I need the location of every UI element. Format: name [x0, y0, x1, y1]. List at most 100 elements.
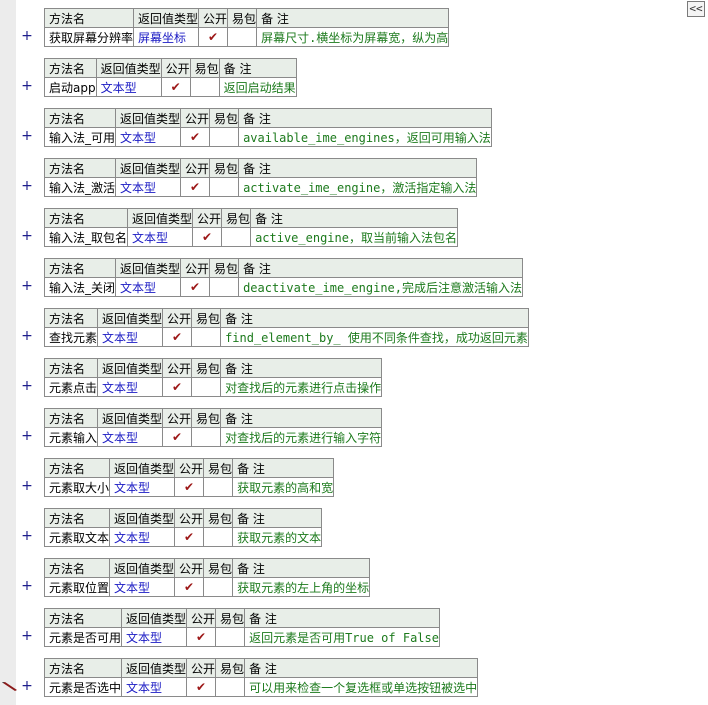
header-public: 公开 — [174, 558, 205, 578]
method-name-cell[interactable]: 输入法_激活 — [43, 177, 117, 197]
note-cell[interactable]: 返回启动结果 — [218, 77, 297, 97]
method-name-cell[interactable]: 输入法_可用 — [43, 127, 117, 147]
easy-pack-cell[interactable] — [203, 577, 234, 597]
return-type-cell[interactable]: 文本型 — [115, 177, 182, 197]
return-type-cell[interactable]: 文本型 — [97, 327, 164, 347]
expand-icon[interactable]: + — [21, 429, 33, 443]
public-check-icon[interactable]: ✔ — [162, 427, 193, 447]
easy-pack-cell[interactable] — [209, 127, 240, 147]
method-name-cell[interactable]: 元素输入 — [43, 427, 99, 447]
easy-pack-cell[interactable] — [191, 427, 222, 447]
method-name-cell[interactable]: 元素是否可用 — [43, 627, 123, 647]
method-table: 方法名 返回值类型 公开 易包 备 注 元素是否可用 文本型 ✔ 返回元素是否可… — [43, 608, 440, 647]
note-cell[interactable]: 返回元素是否可用True of False — [244, 627, 440, 647]
return-type-cell[interactable]: 文本型 — [97, 427, 164, 447]
return-type-cell[interactable]: 文本型 — [97, 377, 164, 397]
easy-pack-cell[interactable] — [215, 627, 246, 647]
header-public: 公开 — [174, 458, 205, 478]
edit-pencil-icon — [2, 682, 17, 691]
header-public: 公开 — [198, 8, 229, 28]
method-name-cell[interactable]: 元素取文本 — [43, 527, 111, 547]
easy-pack-cell[interactable] — [203, 477, 234, 497]
easy-pack-cell[interactable] — [215, 677, 246, 697]
public-check-icon[interactable]: ✔ — [174, 477, 205, 497]
expand-icon[interactable]: + — [21, 229, 33, 243]
header-note: 备 注 — [238, 158, 478, 178]
expand-icon[interactable]: + — [21, 179, 33, 193]
header-return-type: 返回值类型 — [133, 8, 200, 28]
public-check-icon[interactable]: ✔ — [160, 77, 191, 97]
return-type-cell[interactable]: 文本型 — [121, 677, 188, 697]
public-check-icon[interactable]: ✔ — [174, 577, 205, 597]
note-cell[interactable]: 屏幕尺寸.横坐标为屏幕宽，纵为高 — [256, 27, 450, 47]
easy-pack-cell[interactable] — [209, 277, 240, 297]
easy-pack-cell[interactable] — [203, 527, 234, 547]
note-cell[interactable]: 对查找后的元素进行点击操作 — [220, 377, 383, 397]
return-type-cell[interactable]: 文本型 — [109, 477, 176, 497]
return-type-cell[interactable]: 文本型 — [115, 127, 182, 147]
expand-icon[interactable]: + — [21, 129, 33, 143]
expand-icon[interactable]: + — [21, 629, 33, 643]
method-name-cell[interactable]: 输入法_关闭 — [43, 277, 117, 297]
public-check-icon[interactable]: ✔ — [162, 327, 193, 347]
expand-icon[interactable]: + — [21, 29, 33, 43]
method-name-cell[interactable]: 元素取大小 — [43, 477, 111, 497]
return-type-cell[interactable]: 文本型 — [109, 577, 176, 597]
expand-icon[interactable]: + — [21, 379, 33, 393]
note-cell[interactable]: activate_ime_engine，激活指定输入法 — [238, 177, 478, 197]
header-public: 公开 — [174, 508, 205, 528]
public-check-icon[interactable]: ✔ — [180, 277, 211, 297]
expand-icon[interactable]: + — [21, 279, 33, 293]
return-type-cell[interactable]: 屏幕坐标 — [133, 27, 200, 47]
expand-icon[interactable]: + — [21, 329, 33, 343]
expand-icon[interactable]: + — [21, 579, 33, 593]
note-cell[interactable]: 获取元素的高和宽 — [232, 477, 335, 497]
header-easy-pack: 易包 — [227, 8, 258, 28]
note-cell[interactable]: active_engine，取当前输入法包名 — [250, 227, 458, 247]
public-check-icon[interactable]: ✔ — [162, 377, 193, 397]
public-check-icon[interactable]: ✔ — [174, 527, 205, 547]
easy-pack-cell[interactable] — [227, 27, 258, 47]
easy-pack-cell[interactable] — [191, 327, 222, 347]
header-name: 方法名 — [43, 358, 99, 378]
method-name-cell[interactable]: 元素点击 — [43, 377, 99, 397]
method-name-cell[interactable]: 查找元素 — [43, 327, 99, 347]
note-cell[interactable]: find_element_by_ 使用不同条件查找，成功返回元素 — [220, 327, 529, 347]
expand-icon[interactable]: + — [21, 479, 33, 493]
method-name-cell[interactable]: 元素取位置 — [43, 577, 111, 597]
header-note: 备 注 — [250, 208, 458, 228]
collapse-panel-button[interactable]: << — [687, 1, 705, 17]
note-cell[interactable]: 获取元素的左上角的坐标 — [232, 577, 371, 597]
header-name: 方法名 — [43, 258, 117, 278]
public-check-icon[interactable]: ✔ — [198, 27, 229, 47]
public-check-icon[interactable]: ✔ — [192, 227, 223, 247]
expand-icon[interactable]: + — [21, 679, 33, 693]
return-type-cell[interactable]: 文本型 — [121, 627, 188, 647]
return-type-cell[interactable]: 文本型 — [127, 227, 194, 247]
note-cell[interactable]: available_ime_engines，返回可用输入法 — [238, 127, 492, 147]
method-name-cell[interactable]: 输入法_取包名 — [43, 227, 129, 247]
expand-icon[interactable]: + — [21, 529, 33, 543]
public-check-icon[interactable]: ✔ — [180, 177, 211, 197]
easy-pack-cell[interactable] — [209, 177, 240, 197]
easy-pack-cell[interactable] — [221, 227, 252, 247]
return-type-cell[interactable]: 文本型 — [109, 527, 176, 547]
note-cell[interactable]: 可以用来检查一个复选框或单选按钮被选中 — [244, 677, 479, 697]
method-name-cell[interactable]: 元素是否选中 — [43, 677, 123, 697]
expand-icon[interactable]: + — [21, 79, 33, 93]
note-cell[interactable]: 获取元素的文本 — [232, 527, 323, 547]
public-check-icon[interactable]: ✔ — [186, 677, 217, 697]
note-cell[interactable]: deactivate_ime_engine,完成后注意激活输入法 — [238, 277, 524, 297]
note-cell[interactable]: 对查找后的元素进行输入字符 — [220, 427, 383, 447]
easy-pack-cell[interactable] — [191, 377, 222, 397]
header-return-type: 返回值类型 — [109, 558, 176, 578]
public-check-icon[interactable]: ✔ — [180, 127, 211, 147]
public-check-icon[interactable]: ✔ — [186, 627, 217, 647]
return-type-cell[interactable]: 文本型 — [115, 277, 182, 297]
header-return-type: 返回值类型 — [97, 308, 164, 328]
header-name: 方法名 — [43, 658, 123, 678]
return-type-cell[interactable]: 文本型 — [95, 77, 162, 97]
method-name-cell[interactable]: 启动app — [44, 77, 97, 97]
easy-pack-cell[interactable] — [189, 77, 220, 97]
method-name-cell[interactable]: 获取屏幕分辨率 — [43, 27, 135, 47]
